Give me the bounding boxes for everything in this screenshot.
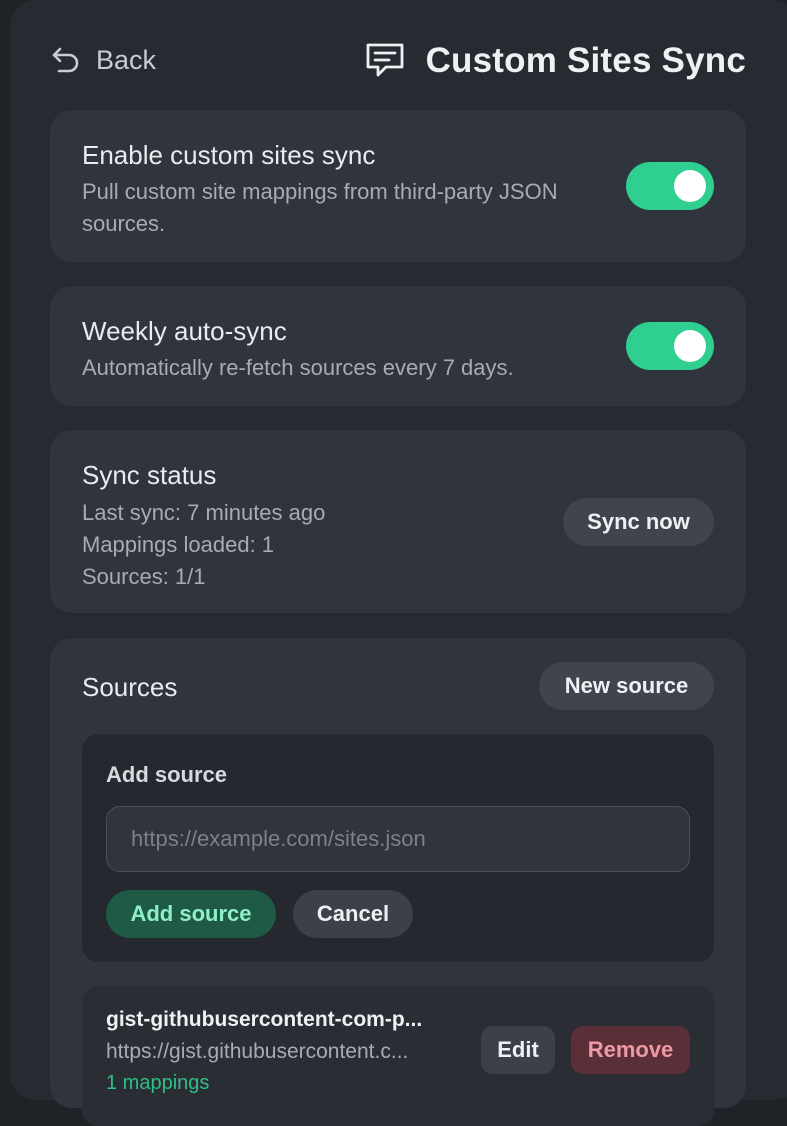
enable-sync-description: Pull custom site mappings from third-par… xyxy=(82,179,558,236)
back-button[interactable]: Back xyxy=(50,38,156,82)
source-list-item: gist-githubusercontent-com-p... https://… xyxy=(82,986,714,1126)
enable-sync-toggle[interactable] xyxy=(626,162,714,210)
last-sync-text: Last sync: 7 minutes ago xyxy=(82,500,326,525)
back-label: Back xyxy=(96,44,157,75)
add-source-button[interactable]: Add source xyxy=(106,890,276,938)
title-group: Custom Sites Sync xyxy=(364,38,746,84)
page-title: Custom Sites Sync xyxy=(425,41,746,80)
cancel-button[interactable]: Cancel xyxy=(293,890,413,938)
new-source-button[interactable]: New source xyxy=(539,662,714,710)
source-mappings-count: 1 mappings xyxy=(106,1072,210,1094)
sync-now-button[interactable]: Sync now xyxy=(563,498,714,546)
add-source-label: Add source xyxy=(106,762,228,787)
auto-sync-description: Automatically re-fetch sources every 7 d… xyxy=(82,355,514,380)
toggle-knob xyxy=(674,170,706,202)
undo-arrow-icon xyxy=(52,47,79,73)
mappings-loaded-text: Mappings loaded: 1 xyxy=(82,532,275,557)
edit-source-button[interactable]: Edit xyxy=(481,1026,555,1074)
page-header: Back Custom Sites Sync xyxy=(50,38,746,84)
add-source-form: Add source Add source Cancel xyxy=(82,734,714,962)
sources-count-text: Sources: 1/1 xyxy=(82,564,206,589)
enable-sync-card: Enable custom sites sync Pull custom sit… xyxy=(50,110,746,262)
chat-bubble-lines-icon xyxy=(366,43,403,77)
auto-sync-title: Weekly auto-sync xyxy=(82,316,287,346)
sync-status-card: Sync status Last sync: 7 minutes ago Map… xyxy=(50,430,746,613)
sources-card: Sources New source Add source Add source… xyxy=(50,638,746,1126)
sync-status-title: Sync status xyxy=(82,460,217,490)
source-url-input[interactable] xyxy=(106,806,690,872)
remove-source-button[interactable]: Remove xyxy=(571,1026,690,1074)
enable-sync-title: Enable custom sites sync xyxy=(82,140,376,170)
auto-sync-toggle[interactable] xyxy=(626,322,714,370)
toggle-knob xyxy=(674,330,706,362)
sources-title: Sources xyxy=(82,672,178,702)
auto-sync-card: Weekly auto-sync Automatically re-fetch … xyxy=(50,286,746,406)
source-url: https://gist.githubusercontent.c... xyxy=(106,1040,409,1063)
source-name: gist-githubusercontent-com-p... xyxy=(106,1008,423,1031)
